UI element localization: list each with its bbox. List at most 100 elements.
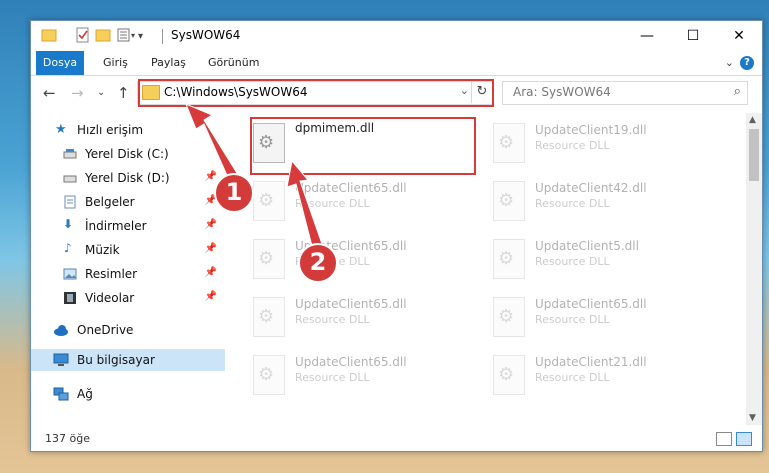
sidebar-item-videos[interactable]: Videolar 📌 [31, 287, 225, 309]
sidebar-item-label: Ağ [77, 387, 93, 401]
title-separator [162, 29, 163, 44]
window-title: SysWOW64 [171, 28, 241, 42]
minimize-button[interactable]: — [624, 21, 670, 51]
sidebar-item-onedrive[interactable]: OneDrive [31, 319, 225, 341]
dll-file-icon [493, 123, 525, 163]
pictures-icon [63, 267, 77, 281]
file-type: Resource DLL [295, 197, 370, 210]
file-item[interactable]: dpmimem.dll [247, 117, 477, 169]
tab-file[interactable]: Dosya [36, 51, 84, 75]
dll-file-icon [493, 355, 525, 395]
explorer-window: ▾ ▾ SysWOW64 — ☐ ✕ Dosya Giriş Paylaş Gör… [30, 20, 763, 452]
sidebar-item-label: Videolar [85, 291, 135, 305]
file-item[interactable]: UpdateClient65.dll Resource DLL [487, 291, 717, 343]
tab-view[interactable]: Görünüm [208, 51, 259, 75]
search-placeholder: Ara: SysWOW64 [513, 85, 611, 99]
file-type: Resource DLL [535, 139, 610, 152]
file-name: UpdateClient42.dll [535, 181, 647, 195]
properties-icon[interactable] [75, 27, 91, 45]
file-type: Resource DLL [535, 255, 610, 268]
address-folder-icon [142, 85, 160, 100]
address-bar[interactable]: C:\Windows\SysWOW64 ⌄ [137, 81, 494, 105]
downloads-icon: ⬇ [63, 217, 74, 231]
pin-icon[interactable]: 📌 [205, 171, 217, 182]
sidebar-item-label: Resimler [85, 267, 138, 281]
folder-icon [41, 27, 57, 45]
address-dropdown-icon[interactable]: ⌄ [460, 84, 469, 97]
star-icon: ★ [55, 122, 67, 137]
maximize-button[interactable]: ☐ [670, 21, 716, 51]
file-item[interactable]: UpdateClient65.dll Resource DLL [247, 349, 477, 401]
sidebar-item-label: İndirmeler [85, 219, 147, 233]
dll-file-icon [253, 297, 285, 337]
file-type: Resource DLL [535, 371, 610, 384]
pin-icon[interactable]: 📌 [205, 243, 217, 254]
new-folder-icon[interactable] [95, 27, 111, 45]
recent-locations-icon[interactable]: ⌄ [97, 87, 105, 98]
sidebar-item-music[interactable]: ♪ Müzik 📌 [31, 239, 225, 261]
file-name: UpdateClient21.dll [535, 355, 647, 369]
dll-file-icon [253, 181, 285, 221]
search-icon[interactable]: ⌕ [734, 84, 741, 99]
dll-file-icon [493, 239, 525, 279]
file-name: UpdateClient19.dll [535, 123, 647, 137]
back-arrow-icon[interactable]: ← [43, 84, 56, 102]
step-2-badge: 2 [298, 243, 338, 283]
sidebar-item-documents[interactable]: Belgeler 📌 [31, 191, 225, 213]
tiles-view-icon[interactable] [736, 432, 752, 446]
network-icon [53, 387, 69, 401]
sidebar-item-pictures[interactable]: Resimler 📌 [31, 263, 225, 285]
file-item[interactable]: UpdateClient65.dll Resource DLL [247, 175, 477, 227]
ribbon-expand-icon[interactable]: ⌄ [725, 56, 734, 69]
file-name: dpmimem.dll [295, 121, 375, 135]
tab-share[interactable]: Paylaş [151, 51, 186, 75]
sidebar-item-quick-access[interactable]: ★ Hızlı erişim [31, 119, 225, 141]
details-view-icon[interactable] [716, 432, 732, 446]
up-arrow-icon[interactable]: ↑ [117, 84, 130, 102]
documents-icon [63, 195, 77, 209]
vertical-scrollbar[interactable]: ▲ ▼ [746, 113, 762, 425]
dll-file-icon [493, 181, 525, 221]
address-path: C:\Windows\SysWOW64 [164, 85, 308, 99]
videos-icon [63, 291, 77, 305]
sidebar-item-this-pc[interactable]: Bu bilgisayar [31, 349, 225, 371]
pin-icon[interactable]: 📌 [205, 219, 217, 230]
file-item[interactable]: UpdateClient5.dll Resource DLL [487, 233, 717, 285]
file-type: Resource DLL [295, 313, 370, 326]
scroll-down-icon[interactable]: ▼ [749, 413, 756, 423]
sidebar-item-downloads[interactable]: ⬇ İndirmeler 📌 [31, 215, 225, 237]
dll-file-icon [253, 355, 285, 395]
tab-home[interactable]: Giriş [103, 51, 128, 75]
computer-icon [53, 353, 69, 367]
dll-file-icon [253, 123, 285, 163]
sidebar-item-label: Yerel Disk (D:) [85, 171, 170, 185]
file-item[interactable]: UpdateClient65.dll Resource DLL [247, 233, 477, 285]
sidebar-item-label: Hızlı erişim [77, 123, 144, 137]
sidebar-item-network[interactable]: Ağ [31, 383, 225, 405]
file-item[interactable]: UpdateClient19.dll Resource DLL [487, 117, 717, 169]
file-item[interactable]: UpdateClient21.dll Resource DLL [487, 349, 717, 401]
refresh-icon[interactable]: ↻ [471, 81, 492, 103]
dll-file-icon [493, 297, 525, 337]
sidebar-item-disk-c[interactable]: Yerel Disk (C:) [31, 143, 225, 165]
drive-icon [63, 171, 77, 185]
status-bar: 137 öğe [31, 427, 762, 451]
file-type: Resource DLL [535, 197, 610, 210]
close-button[interactable]: ✕ [716, 21, 762, 51]
pin-icon[interactable]: 📌 [205, 267, 217, 278]
customize-icon[interactable]: ▾ ▾ [117, 27, 145, 45]
forward-arrow-icon[interactable]: → [71, 84, 84, 102]
sidebar-item-disk-d[interactable]: Yerel Disk (D:) 📌 [31, 167, 225, 189]
scroll-up-icon[interactable]: ▲ [749, 115, 756, 125]
sidebar-item-label: Müzik [85, 243, 120, 257]
svg-text:▾: ▾ [138, 31, 143, 42]
help-icon[interactable]: ? [740, 56, 754, 70]
search-box[interactable]: Ara: SysWOW64 ⌕ [502, 81, 748, 105]
step-1-badge: 1 [214, 173, 254, 213]
pin-icon[interactable]: 📌 [205, 291, 217, 302]
svg-text:▾: ▾ [131, 31, 135, 40]
sidebar-item-label: Belgeler [85, 195, 135, 209]
scroll-thumb[interactable] [749, 129, 759, 181]
file-item[interactable]: UpdateClient65.dll Resource DLL [247, 291, 477, 343]
file-item[interactable]: UpdateClient42.dll Resource DLL [487, 175, 717, 227]
